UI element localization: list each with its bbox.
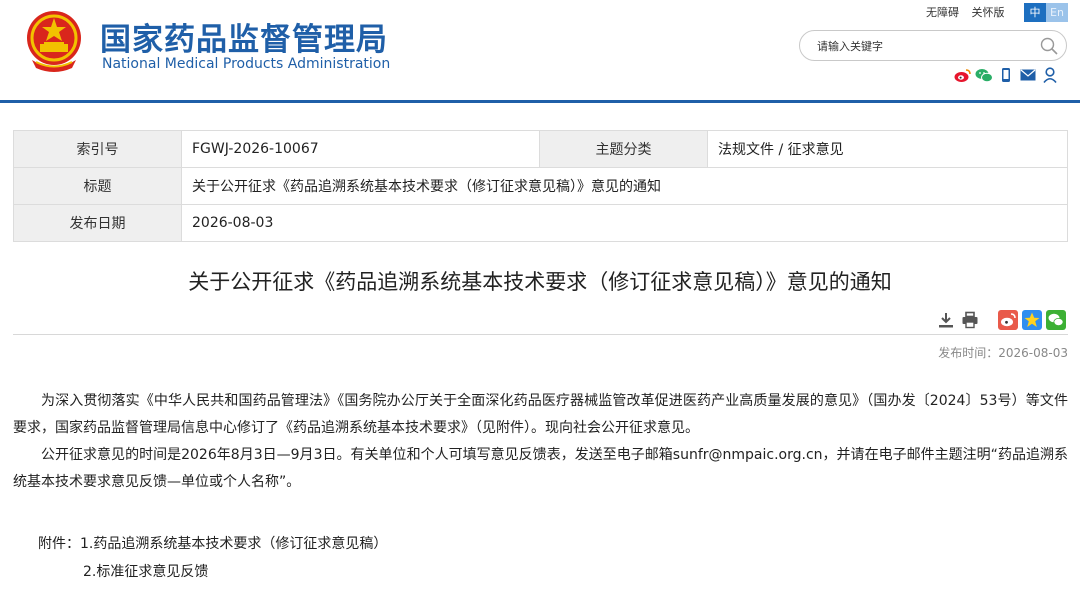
lang-english-button[interactable]: En	[1046, 3, 1068, 22]
weibo-icon[interactable]	[953, 66, 971, 84]
index-value: FGWJ-2026-10067	[181, 130, 540, 168]
search-input[interactable]	[817, 37, 1037, 55]
mail-icon[interactable]	[1019, 66, 1037, 84]
national-emblem-icon[interactable]	[22, 8, 86, 74]
table-row: 发布日期 2026-08-03	[13, 204, 1068, 242]
publish-date: 发布时间：2026-08-03	[938, 346, 1068, 360]
language-switch: 中 En	[1024, 3, 1068, 22]
document-info-table: 索引号 FGWJ-2026-10067 主题分类 法规文件 / 征求意见 标题 …	[13, 130, 1068, 242]
share-weibo-icon[interactable]	[998, 310, 1018, 330]
table-row: 标题 关于公开征求《药品追溯系统基本技术要求（修订征求意见稿）》意见的通知	[13, 167, 1068, 205]
care-mode-link[interactable]: 关怀版	[972, 6, 1005, 19]
article-body: 为深入贯彻落实《中华人民共和国药品管理法》《国务院办公厅关于全面深化药品医疗器械…	[13, 388, 1068, 496]
accessibility-link[interactable]: 无障碍	[926, 6, 959, 19]
user-icon[interactable]	[1041, 66, 1059, 84]
print-icon[interactable]	[960, 310, 980, 330]
body-paragraph: 公开征求意见的时间是2026年8月3日—9月3日。有关单位和个人可填写意见反馈表…	[13, 447, 1068, 490]
table-row: 索引号 FGWJ-2026-10067 主题分类 法规文件 / 征求意见	[13, 130, 1068, 168]
date-label: 发布日期	[13, 204, 182, 242]
article-title: 关于公开征求《药品追溯系统基本技术要求（修订征求意见稿）》意见的通知	[188, 270, 892, 294]
article-tools	[936, 310, 1066, 330]
share-qzone-icon[interactable]	[1022, 310, 1042, 330]
share-wechat-icon[interactable]	[1046, 310, 1066, 330]
search-box	[799, 30, 1067, 61]
search-icon[interactable]	[1040, 37, 1058, 55]
attachment-link[interactable]: 2.标准征求意见反馈	[38, 558, 387, 586]
category-value: 法规文件 / 征求意见	[707, 130, 1068, 168]
social-links	[953, 66, 1059, 84]
top-links: 无障碍 关怀版	[926, 4, 1014, 20]
attachment-link[interactable]: 附件：1.药品追溯系统基本技术要求（修订征求意见稿）	[38, 530, 387, 558]
date-value: 2026-08-03	[181, 204, 1068, 242]
attachments: 附件：1.药品追溯系统基本技术要求（修订征求意见稿） 2.标准征求意见反馈	[38, 530, 387, 586]
index-label: 索引号	[13, 130, 182, 168]
mobile-icon[interactable]	[997, 66, 1015, 84]
title-divider	[13, 334, 1068, 335]
body-paragraph: 为深入贯彻落实《中华人民共和国药品管理法》《国务院办公厅关于全面深化药品医疗器械…	[13, 393, 1068, 436]
wechat-icon[interactable]	[975, 66, 993, 84]
title-label: 标题	[13, 167, 182, 205]
site-header: 国家药品监督管理局 National Medical Products Admi…	[0, 0, 1080, 100]
site-title-english[interactable]: National Medical Products Administration	[102, 56, 390, 72]
title-value: 关于公开征求《药品追溯系统基本技术要求（修订征求意见稿）》意见的通知	[181, 167, 1068, 205]
header-divider	[0, 100, 1080, 103]
category-label: 主题分类	[539, 130, 708, 168]
lang-chinese-button[interactable]: 中	[1024, 3, 1046, 22]
site-title[interactable]: 国家药品监督管理局	[100, 14, 388, 59]
download-icon[interactable]	[936, 310, 956, 330]
